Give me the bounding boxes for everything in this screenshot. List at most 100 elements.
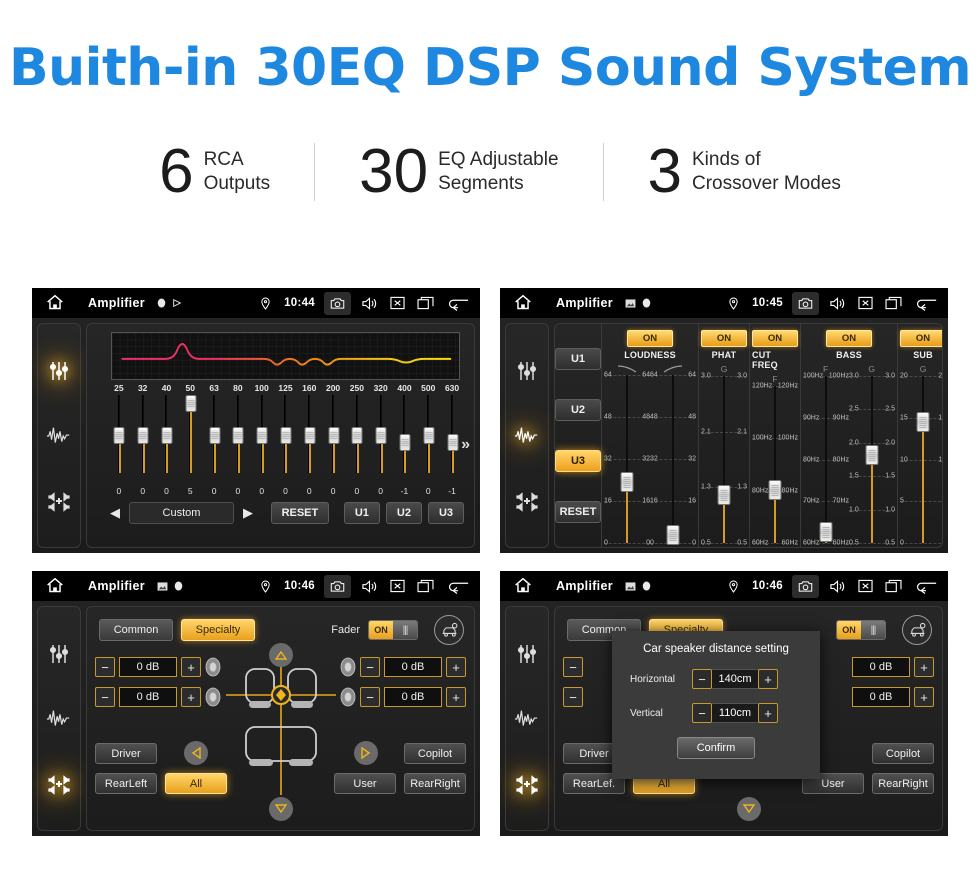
close-icon[interactable] [388, 294, 407, 313]
increment-button[interactable]: + [758, 703, 778, 723]
slider-track[interactable] [768, 386, 782, 543]
volume-icon[interactable] [828, 577, 847, 596]
nudge-down-button[interactable] [736, 797, 761, 821]
equalizer-icon[interactable] [514, 358, 540, 384]
recent-apps-icon[interactable] [416, 577, 435, 596]
car-settings-icon[interactable] [902, 615, 932, 645]
camera-icon[interactable] [792, 574, 819, 598]
slider-thumb[interactable] [666, 525, 680, 546]
fader-toggle[interactable]: ON ||| [836, 620, 886, 640]
eq-slider-track[interactable] [328, 395, 340, 473]
eq-slider-thumb[interactable] [256, 427, 268, 445]
slider-thumb[interactable] [620, 471, 634, 492]
nudge-right-button[interactable] [353, 741, 378, 765]
balance-icon[interactable] [514, 488, 540, 514]
increment-button[interactable]: + [914, 657, 934, 677]
waveform-icon[interactable] [514, 706, 540, 732]
dsp-vertical-slider[interactable]: 3.0 3.0 2.5 2.5 2.0 2.0 1.5 1.5 1.0 1.0 0.5 0.5 [849, 373, 895, 547]
eq-band-slider[interactable] [226, 395, 250, 485]
dsp-vertical-slider[interactable]: 100Hz 100Hz 90Hz 90Hz 80Hz 80Hz 70Hz 70Hz 60Hz 60… [803, 373, 849, 547]
eq-slider-track[interactable] [423, 395, 435, 473]
eq-slider-track[interactable] [161, 395, 173, 473]
eq-slider-track[interactable] [113, 395, 125, 473]
slider-track[interactable] [620, 375, 634, 543]
eq-slider-track[interactable] [447, 395, 459, 473]
dsp-vertical-slider[interactable]: 3.0 3.0 2.1 2.1 1.3 1.3 0.5 0.5 [701, 373, 747, 547]
waveform-icon[interactable] [46, 706, 72, 732]
nudge-up-button[interactable] [268, 643, 293, 667]
recent-apps-icon[interactable] [416, 294, 435, 313]
tab-specialty[interactable]: Specialty [181, 619, 255, 641]
car-settings-icon[interactable] [434, 615, 464, 645]
increment-button[interactable]: + [181, 657, 201, 677]
eq-slider-thumb[interactable] [280, 427, 292, 445]
dsp-power-button[interactable]: ON [752, 330, 798, 347]
eq-band-slider[interactable] [107, 395, 131, 485]
eq-slider-track[interactable] [256, 395, 268, 473]
reset-button[interactable]: RESET [270, 502, 330, 524]
user-preset-u1-button[interactable]: U1 [343, 502, 380, 524]
more-bands-icon[interactable]: » [461, 436, 470, 454]
volume-icon[interactable] [360, 294, 379, 313]
preset-u1-button[interactable]: U1 [555, 348, 601, 371]
home-icon[interactable] [44, 575, 66, 597]
dsp-vertical-slider[interactable]: 120Hz 120Hz 100Hz 100Hz 80Hz 80Hz 60Hz 60Hz [752, 383, 798, 547]
eq-slider-track[interactable] [232, 395, 244, 473]
decrement-button[interactable]: − [360, 657, 380, 677]
next-preset-button[interactable]: ▶ [240, 505, 256, 521]
preset-u3-button[interactable]: U3 [555, 449, 601, 472]
dsp-power-button[interactable]: ON [826, 330, 872, 347]
distance-stepper[interactable]: − 110cm + [692, 703, 778, 723]
car-seat-map[interactable] [183, 643, 378, 821]
eq-slider-thumb[interactable] [375, 427, 387, 445]
eq-slider-thumb[interactable] [423, 427, 435, 445]
increment-button[interactable]: + [758, 669, 778, 689]
eq-slider-thumb[interactable] [328, 427, 340, 445]
seat-copilot-button[interactable]: Copilot [404, 743, 466, 764]
dsp-power-button[interactable]: ON [627, 330, 673, 347]
eq-slider-thumb[interactable] [113, 427, 125, 445]
user-preset-u2-button[interactable]: U2 [385, 502, 422, 524]
nudge-down-button[interactable] [268, 797, 293, 821]
slider-track[interactable] [865, 376, 879, 543]
eq-slider-track[interactable] [280, 395, 292, 473]
prev-preset-button[interactable]: ◀ [107, 505, 123, 521]
eq-slider-track[interactable] [185, 394, 197, 473]
eq-slider-track[interactable] [399, 395, 411, 473]
seat-user-button[interactable]: User [334, 773, 396, 794]
back-icon[interactable] [912, 294, 938, 313]
dsp-power-button[interactable]: ON [701, 330, 747, 347]
increment-button[interactable]: + [446, 657, 466, 677]
increment-button[interactable]: + [914, 687, 934, 707]
dsp-vertical-slider[interactable]: 64 64 48 48 32 32 16 16 0 0 [604, 372, 650, 547]
waveform-icon[interactable] [514, 423, 540, 449]
dsp-reset-button[interactable]: RESET [555, 500, 601, 523]
slider-thumb[interactable] [819, 521, 833, 542]
camera-icon[interactable] [324, 291, 351, 315]
slider-thumb[interactable] [717, 485, 731, 506]
home-icon[interactable] [44, 292, 66, 314]
preset-u2-button[interactable]: U2 [555, 399, 601, 422]
eq-slider-track[interactable] [351, 395, 363, 473]
eq-slider-thumb[interactable] [351, 427, 363, 445]
preset-name[interactable]: Custom [129, 502, 234, 524]
balance-icon[interactable] [46, 488, 72, 514]
eq-slider-track[interactable] [209, 395, 221, 473]
distance-stepper[interactable]: − 140cm + [692, 669, 778, 689]
dsp-power-button[interactable]: ON [900, 330, 942, 347]
eq-slider-track[interactable] [304, 395, 316, 473]
home-icon[interactable] [512, 575, 534, 597]
confirm-button[interactable]: Confirm [677, 737, 755, 759]
eq-slider-thumb[interactable] [137, 427, 149, 445]
camera-icon[interactable] [324, 574, 351, 598]
close-icon[interactable] [388, 577, 407, 596]
eq-slider-track[interactable] [375, 395, 387, 473]
user-preset-u3-button[interactable]: U3 [427, 502, 464, 524]
seat-copilot-button[interactable]: Copilot [872, 743, 934, 764]
back-icon[interactable] [912, 577, 938, 596]
nudge-left-button[interactable] [183, 741, 208, 765]
back-icon[interactable] [444, 294, 470, 313]
slider-track[interactable] [916, 376, 930, 543]
eq-band-slider[interactable] [393, 395, 417, 485]
eq-slider-thumb[interactable] [399, 433, 411, 451]
